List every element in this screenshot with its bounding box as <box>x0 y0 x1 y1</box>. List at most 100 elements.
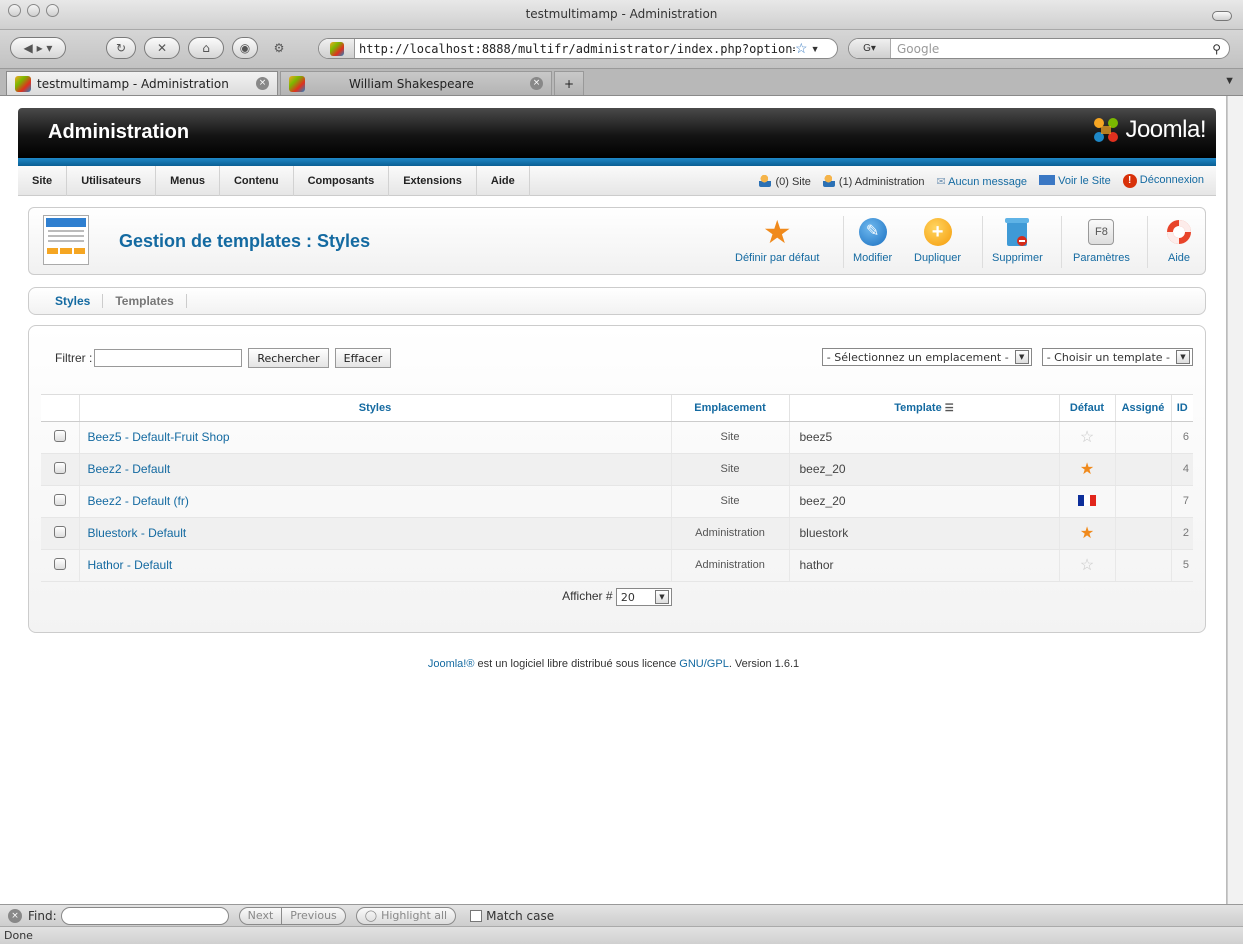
menu-help[interactable]: Aide <box>477 165 530 196</box>
trash-icon <box>1001 216 1033 248</box>
column-styles[interactable]: Styles <box>79 395 672 422</box>
tab-close-icon[interactable]: × <box>530 77 543 90</box>
style-link[interactable]: Beez2 - Default (fr) <box>88 494 189 508</box>
subtab-styles[interactable]: Styles <box>43 294 104 308</box>
site-identity-icon[interactable] <box>319 39 355 58</box>
back-forward-button[interactable]: ◀ ▸ ▾ <box>10 37 66 59</box>
style-link[interactable]: Bluestork - Default <box>88 526 187 540</box>
home-button[interactable]: ⌂ <box>188 37 224 59</box>
find-previous-button[interactable]: Previous <box>282 906 346 925</box>
search-placeholder[interactable]: Google <box>891 42 1212 56</box>
search-engine-icon[interactable]: G▾ <box>849 39 891 58</box>
tab-administration[interactable]: testmultimamp - Administration × <box>6 71 278 95</box>
menu-extensions[interactable]: Extensions <box>389 165 477 196</box>
vertical-scrollbar[interactable] <box>1227 96 1243 918</box>
bookmark-star-icon[interactable]: ☆ <box>795 40 808 57</box>
license-link[interactable]: GNU/GPL <box>679 658 729 670</box>
search-bar[interactable]: G▾ Google ⚲ <box>848 38 1230 59</box>
view-site-link[interactable]: Voir le Site <box>1039 175 1111 187</box>
filter-label: Filtrer : <box>55 351 93 365</box>
row-checkbox[interactable] <box>53 525 66 538</box>
location-cell: Administration <box>671 549 790 582</box>
history-icon[interactable]: ◉ <box>232 37 258 59</box>
find-close-icon[interactable]: × <box>8 908 22 923</box>
table-row: Beez2 - Default Site beez_20 ★ 4 <box>41 453 1193 486</box>
tab-william-shakespeare[interactable]: William Shakespeare × <box>280 71 552 95</box>
tab-list-icon[interactable]: ▼ <box>1224 75 1235 87</box>
menu-content[interactable]: Contenu <box>220 165 294 196</box>
page-toolbar: Gestion de templates : Styles ★ Définir … <box>28 207 1206 275</box>
styles-list-panel: Filtrer : Rechercher Effacer - Sélection… <box>28 325 1206 633</box>
column-location[interactable]: Emplacement <box>671 395 790 422</box>
star-filled-icon: ★ <box>1079 525 1095 542</box>
parameters-label: Paramètres <box>1073 252 1130 264</box>
table-row: Beez2 - Default (fr) Site beez_20 7 <box>41 485 1193 518</box>
id-cell: 2 <box>1171 517 1193 550</box>
highlight-all-button[interactable]: ◯ Highlight all <box>355 906 457 925</box>
template-cell: beez_20 <box>789 485 1060 518</box>
style-link[interactable]: Beez5 - Default-Fruit Shop <box>88 430 230 444</box>
joomla-footer-link[interactable]: Joomla!® <box>428 658 475 670</box>
set-default-button[interactable]: ★ Définir par défaut <box>735 216 819 264</box>
row-checkbox[interactable] <box>53 493 66 506</box>
default-toggle[interactable]: ☆ <box>1059 549 1116 582</box>
location-select[interactable]: - Sélectionnez un emplacement - ▼ <box>821 348 1032 366</box>
lifebuoy-icon <box>1163 216 1195 248</box>
edit-button[interactable]: ✎ Modifier <box>853 216 892 264</box>
tab-close-icon[interactable]: × <box>256 77 269 90</box>
toolbar-toggle-button[interactable] <box>1212 11 1232 21</box>
new-tab-button[interactable]: + <box>554 71 584 95</box>
submenu-tabs: Styles Templates <box>28 287 1206 315</box>
find-next-button[interactable]: Next <box>238 906 283 925</box>
delete-label: Supprimer <box>992 252 1043 264</box>
filter-bar: Filtrer : Rechercher Effacer <box>55 348 397 368</box>
delete-button[interactable]: Supprimer <box>992 216 1043 264</box>
column-template[interactable]: Template ☰ <box>789 395 1060 422</box>
page-title: Gestion de templates : Styles <box>119 231 371 251</box>
row-checkbox[interactable] <box>53 557 66 570</box>
search-icon[interactable]: ⚲ <box>1212 42 1221 56</box>
search-button[interactable]: Rechercher <box>248 348 329 368</box>
edit-label: Modifier <box>853 252 893 264</box>
reload-button[interactable]: ↻ <box>106 37 136 59</box>
find-input[interactable] <box>60 906 229 925</box>
page-footer: Joomla!® est un logiciel libre distribué… <box>0 658 1227 670</box>
menu-site[interactable]: Site <box>18 165 68 196</box>
default-toggle[interactable]: ☆ <box>1059 421 1116 454</box>
url-dropdown-icon[interactable]: ▼ <box>811 44 820 54</box>
menu-menus[interactable]: Menus <box>156 165 220 196</box>
default-toggle[interactable] <box>1059 485 1116 518</box>
row-checkbox[interactable] <box>53 461 66 474</box>
pager-limit-select[interactable]: 20 ▼ <box>615 588 672 606</box>
messages-link[interactable]: ✉ Aucun message <box>937 175 1028 188</box>
column-id[interactable]: ID <box>1171 395 1193 422</box>
chevron-down-icon: ▼ <box>654 590 669 604</box>
star-empty-icon: ☆ <box>1079 557 1095 574</box>
default-toggle[interactable]: ★ <box>1059 517 1116 550</box>
match-case-checkbox[interactable] <box>470 909 483 922</box>
style-link[interactable]: Hathor - Default <box>88 558 173 572</box>
id-cell: 6 <box>1171 421 1193 454</box>
logout-link[interactable]: ! Déconnexion <box>1122 174 1204 188</box>
menu-users[interactable]: Utilisateurs <box>67 165 157 196</box>
help-button[interactable]: Aide <box>1163 216 1195 264</box>
url-text[interactable]: http://localhost:8888/multifr/administra… <box>355 42 795 56</box>
template-select[interactable]: - Choisir un template - ▼ <box>1041 348 1193 366</box>
menu-components[interactable]: Composants <box>294 165 390 196</box>
filter-search-input[interactable] <box>94 349 243 367</box>
stop-button[interactable]: ✕ <box>144 37 180 59</box>
joomla-logo: Joomla! <box>1091 116 1206 144</box>
style-link[interactable]: Beez2 - Default <box>88 462 171 476</box>
default-toggle[interactable]: ★ <box>1059 453 1116 486</box>
row-checkbox[interactable] <box>53 429 66 442</box>
subtab-templates[interactable]: Templates <box>103 294 187 308</box>
clear-button[interactable]: Effacer <box>334 348 392 368</box>
page-content: Administration Joomla! Site Utilisateurs… <box>0 96 1227 918</box>
extension-icon[interactable]: ⚙ <box>266 37 292 59</box>
column-default[interactable]: Défaut <box>1059 395 1116 422</box>
admin-menu: Site Utilisateurs Menus Contenu Composan… <box>18 165 1216 196</box>
parameters-button[interactable]: F8 Paramètres <box>1073 216 1130 264</box>
duplicate-button[interactable]: + Dupliquer <box>914 216 961 264</box>
address-bar[interactable]: http://localhost:8888/multifr/administra… <box>318 38 838 59</box>
assigned-cell <box>1115 517 1172 550</box>
